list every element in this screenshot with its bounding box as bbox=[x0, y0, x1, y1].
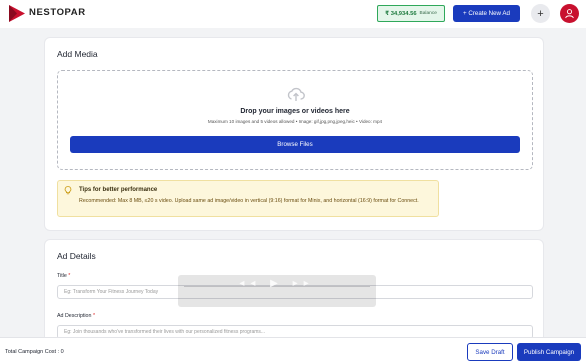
add-media-title: Add Media bbox=[57, 49, 98, 59]
create-new-ad-button[interactable]: + Create New Ad bbox=[453, 5, 520, 22]
media-player-overlay[interactable]: ◂◂ ▶ ▸▸ bbox=[178, 275, 376, 307]
title-field-label: Title * bbox=[57, 273, 70, 279]
player-controls-icon[interactable]: ◂◂ ▶ ▸▸ bbox=[178, 278, 376, 289]
balance-amount: ₹ 34,934.56 bbox=[385, 10, 417, 17]
save-draft-button[interactable]: Save Draft bbox=[467, 343, 513, 361]
required-marker: * bbox=[92, 313, 95, 319]
drop-title: Drop your images or videos here bbox=[240, 108, 350, 115]
lightbulb-icon bbox=[64, 186, 72, 195]
total-campaign-cost: Total Campaign Cost : 0 bbox=[5, 349, 64, 355]
tips-title: Tips for better performance bbox=[79, 187, 158, 193]
balance-label: Balance bbox=[419, 11, 437, 16]
wallet-balance-badge[interactable]: ₹ 34,934.56 Balance bbox=[377, 5, 445, 22]
media-dropzone[interactable]: Drop your images or videos here Maximum … bbox=[57, 70, 533, 170]
ad-details-title: Ad Details bbox=[57, 251, 96, 261]
browse-files-button[interactable]: Browse Files bbox=[70, 136, 520, 153]
tips-box: Tips for better performance Recommended:… bbox=[57, 180, 439, 217]
upload-icon bbox=[287, 87, 305, 101]
top-bar: NESTOPAR ₹ 34,934.56 Balance + Create Ne… bbox=[0, 0, 586, 28]
required-marker: * bbox=[68, 273, 71, 279]
description-field-label: Ad Description * bbox=[57, 313, 95, 319]
publish-campaign-button[interactable]: Publish Campaign bbox=[517, 343, 581, 361]
plus-icon: + bbox=[537, 7, 544, 20]
drop-subtitle: Maximum 10 images and 5 videos allowed •… bbox=[207, 119, 383, 124]
tips-body: Recommended: Max 8 MB, ≤20 s video. Uplo… bbox=[79, 198, 419, 204]
title-label-text: Title bbox=[57, 273, 67, 279]
description-label-text: Ad Description bbox=[57, 313, 92, 319]
user-avatar-icon bbox=[565, 9, 574, 19]
user-avatar[interactable] bbox=[560, 4, 579, 23]
brand-name[interactable]: NESTOPAR bbox=[29, 7, 86, 18]
footer-bar: Total Campaign Cost : 0 Save Draft Publi… bbox=[0, 337, 586, 364]
add-button[interactable]: + bbox=[531, 4, 550, 23]
add-media-card: Add Media Drop your images or videos her… bbox=[45, 38, 543, 230]
brand-logo-icon[interactable] bbox=[8, 4, 26, 23]
